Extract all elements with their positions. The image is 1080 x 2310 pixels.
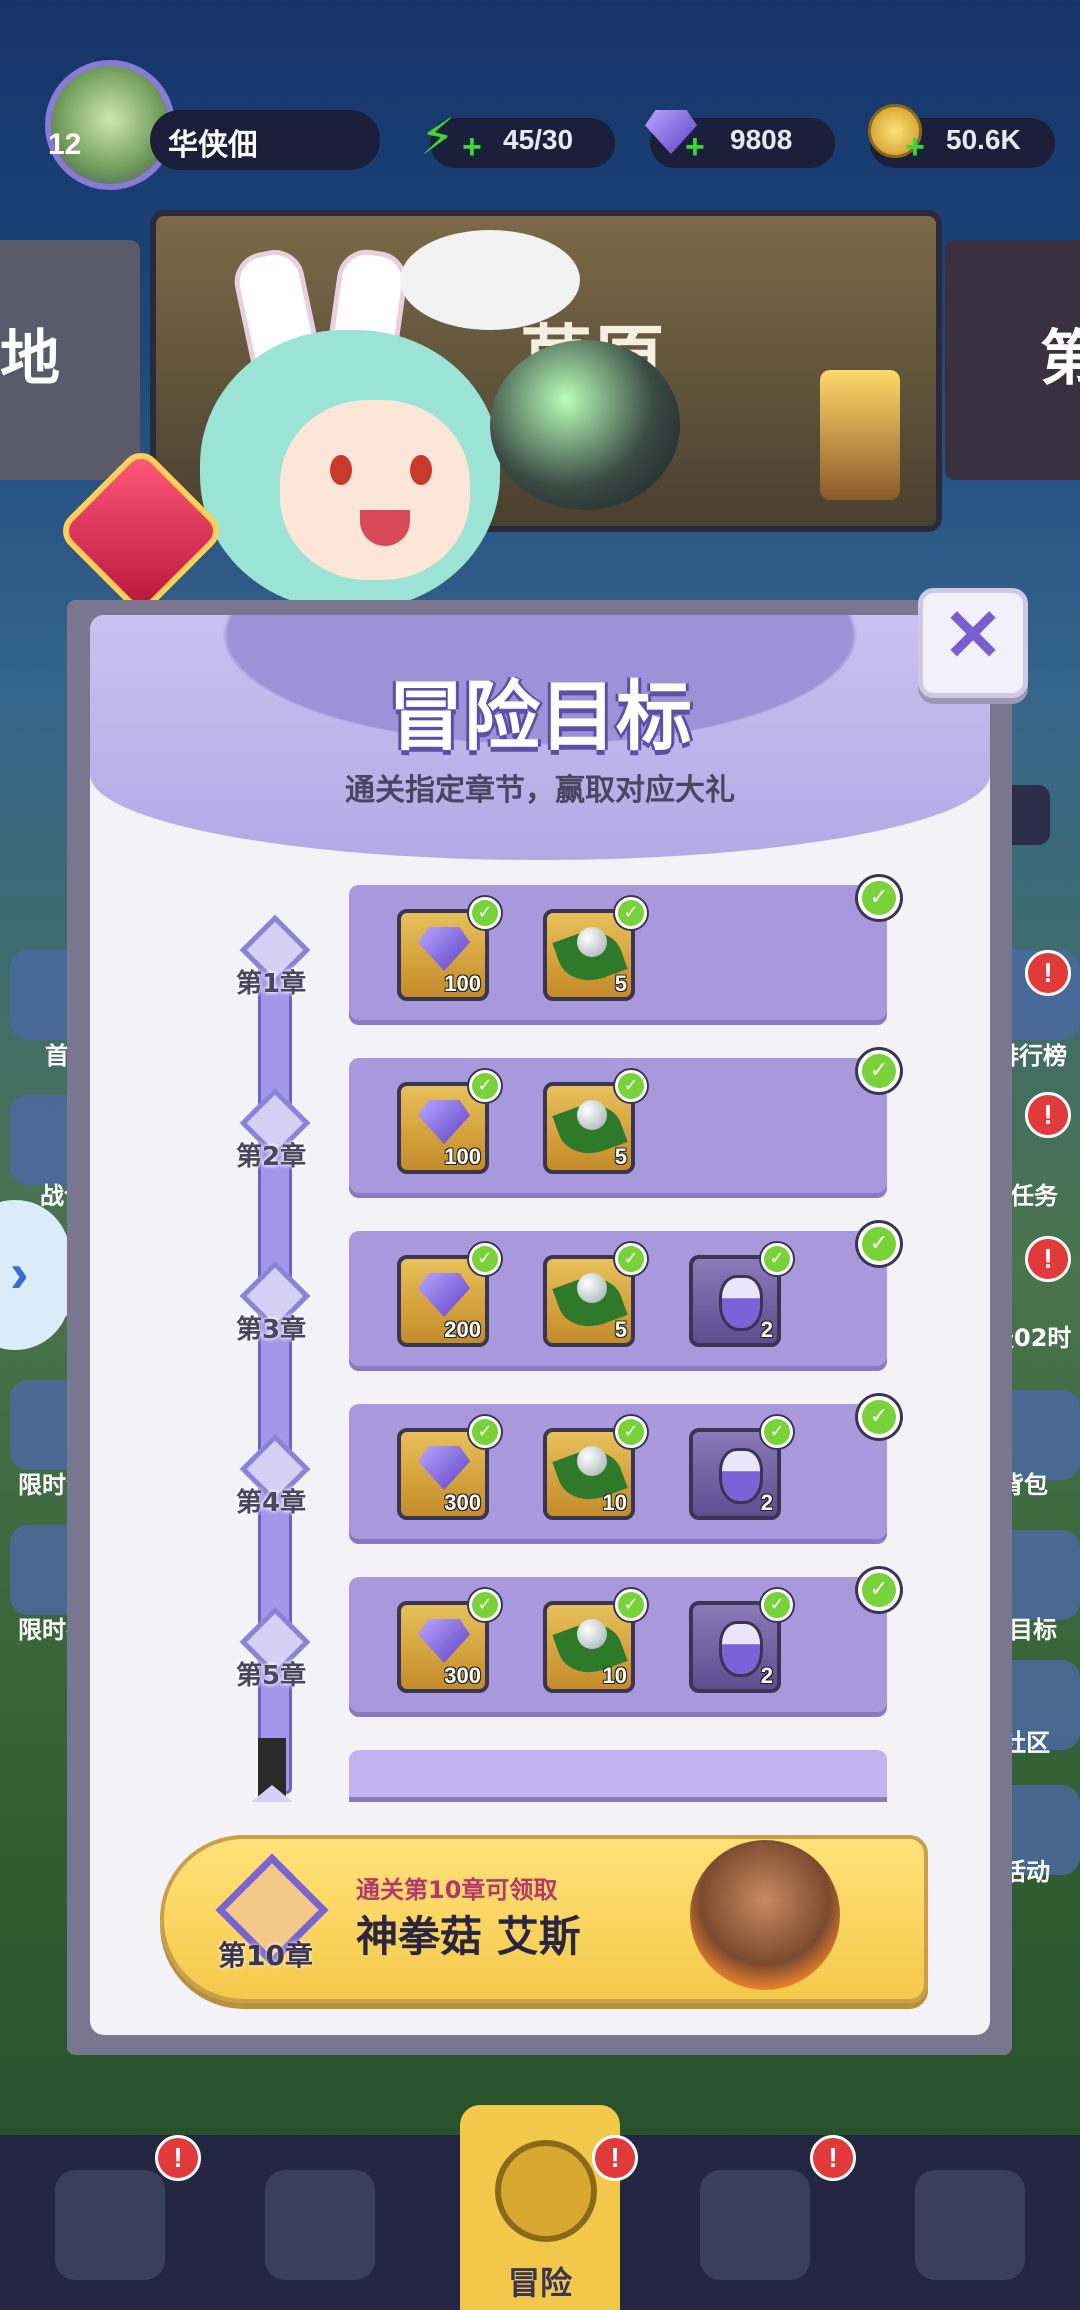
chevron-right-icon: › xyxy=(10,1241,29,1304)
claimed-check-icon: ✓ xyxy=(858,1569,900,1611)
claimed-check-icon: ✓ xyxy=(615,1589,647,1621)
notification-badge: ! xyxy=(810,2135,856,2181)
chapter-label: 第1章 xyxy=(236,969,307,999)
potion-icon xyxy=(719,1448,763,1504)
claimed-check-icon: ✓ xyxy=(469,897,501,929)
claimed-check-icon: ✓ xyxy=(469,1589,501,1621)
pearl-icon xyxy=(577,927,607,957)
character-eye-right xyxy=(410,455,432,485)
modal-subtitle: 通关指定章节，赢取对应大礼 xyxy=(345,773,735,808)
notification-badge: ! xyxy=(155,2135,201,2181)
shop-tab-icon[interactable] xyxy=(700,2170,810,2280)
notification-badge: ! xyxy=(1025,950,1071,996)
close-icon: ✕ xyxy=(942,596,1004,676)
notification-badge: ! xyxy=(1025,1236,1071,1282)
player-name: 华侠佃 xyxy=(168,128,258,163)
chapter-label: 第4章 xyxy=(236,1488,307,1518)
claimed-check-icon: ✓ xyxy=(858,1396,900,1438)
modal-title: 冒险目标 xyxy=(388,672,692,761)
reward-quantity: 10 xyxy=(602,1490,627,1515)
close-button[interactable]: ✕ xyxy=(918,588,1028,698)
potion-icon xyxy=(719,1275,763,1331)
claimed-check-icon: ✓ xyxy=(615,1070,647,1102)
claimed-check-icon: ✓ xyxy=(615,897,647,929)
lightning-icon: ⚡ xyxy=(420,108,456,166)
reward-quantity: 5 xyxy=(614,1144,627,1169)
notification-badge: ! xyxy=(1025,1092,1071,1138)
pearl-icon xyxy=(577,1100,607,1130)
reward-quantity: 2 xyxy=(760,1490,773,1515)
reward-quantity: 2 xyxy=(760,1663,773,1688)
claimed-check-icon: ✓ xyxy=(858,877,900,919)
claimed-check-icon: ✓ xyxy=(858,1223,900,1265)
reward-quantity: 5 xyxy=(614,1317,627,1342)
energy-plus-icon[interactable]: + xyxy=(462,128,482,167)
scroll-mask xyxy=(90,1802,990,1832)
claimed-check-icon: ✓ xyxy=(615,1243,647,1275)
coin-value: 50.6K xyxy=(946,124,1021,155)
character-eye-left xyxy=(330,455,352,485)
stage-card-prev-title: 地 xyxy=(0,324,60,394)
coin-plus-icon[interactable]: + xyxy=(905,128,925,167)
claimed-check-icon: ✓ xyxy=(615,1416,647,1448)
gem-plus-icon[interactable]: + xyxy=(685,128,705,167)
magic-hat-icon xyxy=(490,340,680,510)
pearl-icon xyxy=(577,1619,607,1649)
player-level: 12 xyxy=(48,128,82,161)
reward-quantity: 10 xyxy=(602,1663,627,1688)
chapter-label: 第3章 xyxy=(236,1315,307,1345)
final-chapter-label: 第10章 xyxy=(218,1939,313,1972)
reward-quantity: 5 xyxy=(614,971,627,996)
claimed-check-icon: ✓ xyxy=(469,1243,501,1275)
gem-icon xyxy=(418,1446,470,1490)
reward-quantity: 2 xyxy=(760,1317,773,1342)
reward-quantity: 200 xyxy=(444,1317,481,1342)
reward-row-partial xyxy=(349,1750,887,1802)
character-face xyxy=(280,400,470,580)
gem-icon xyxy=(418,1273,470,1317)
pearl-icon xyxy=(577,1446,607,1476)
scroll-up-indicator xyxy=(250,1785,294,1803)
chapter-label: 第2章 xyxy=(236,1142,307,1172)
notification-badge: ! xyxy=(592,2135,638,2181)
final-reward-condition: 通关第10章可领取 xyxy=(356,1876,558,1904)
cards-tab-icon[interactable] xyxy=(55,2170,165,2280)
claimed-check-icon: ✓ xyxy=(858,1050,900,1092)
gem-icon xyxy=(418,1100,470,1144)
mushroom-hero-icon xyxy=(690,1840,840,1990)
final-reward-name: 神拳菇 艾斯 xyxy=(356,1912,581,1961)
side-menu-label: 任务 xyxy=(1010,1182,1058,1210)
claimed-check-icon: ✓ xyxy=(761,1243,793,1275)
potion-icon xyxy=(719,1621,763,1677)
reward-quantity: 100 xyxy=(444,971,481,996)
pearl-icon xyxy=(577,1273,607,1303)
reward-quantity: 100 xyxy=(444,1144,481,1169)
gem-value: 9808 xyxy=(730,124,793,155)
claimed-check-icon: ✓ xyxy=(761,1416,793,1448)
reward-quantity: 300 xyxy=(444,1663,481,1688)
claimed-check-icon: ✓ xyxy=(761,1589,793,1621)
gem-icon xyxy=(418,927,470,971)
chapter-label: 第5章 xyxy=(236,1661,307,1691)
energy-value: 45/30 xyxy=(503,124,574,155)
compass-icon xyxy=(495,2140,597,2242)
claimed-check-icon: ✓ xyxy=(469,1070,501,1102)
adventure-tab-label: 冒险 xyxy=(507,2264,572,2302)
hero-tab-icon[interactable] xyxy=(265,2170,375,2280)
lantern-icon xyxy=(820,370,900,500)
reward-quantity: 300 xyxy=(444,1490,481,1515)
gem-icon xyxy=(418,1619,470,1663)
guild-tab-icon[interactable] xyxy=(915,2170,1025,2280)
stage-card-next-title: 第 xyxy=(1040,324,1080,394)
bird-icon xyxy=(400,230,580,330)
claimed-check-icon: ✓ xyxy=(469,1416,501,1448)
